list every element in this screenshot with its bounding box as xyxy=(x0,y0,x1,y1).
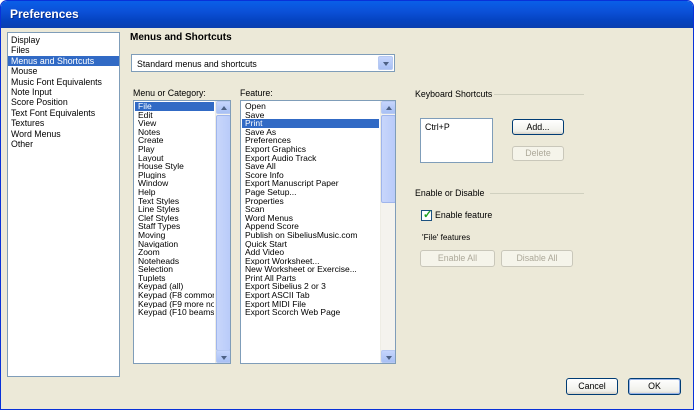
chevron-down-icon[interactable] xyxy=(378,56,393,70)
menu-category-item[interactable]: View xyxy=(135,119,214,128)
category-item[interactable]: Note Input xyxy=(8,87,119,97)
feature-item[interactable]: Print All Parts xyxy=(242,274,379,283)
category-item[interactable]: Textures xyxy=(8,118,119,128)
preset-dropdown[interactable]: Standard menus and shortcuts xyxy=(131,54,395,72)
cancel-button[interactable]: Cancel xyxy=(566,378,618,395)
category-item[interactable]: Music Font Equivalents xyxy=(8,77,119,87)
feature-item[interactable]: Export ASCII Tab xyxy=(242,291,379,300)
menu-category-item[interactable]: Tuplets xyxy=(135,274,214,283)
menu-category-item[interactable]: Keypad (all) xyxy=(135,282,214,291)
preset-dropdown-value: Standard menus and shortcuts xyxy=(137,59,257,69)
menu-category-item[interactable]: Create xyxy=(135,136,214,145)
feature-item[interactable]: Export MIDI File xyxy=(242,300,379,309)
feature-item[interactable]: Page Setup... xyxy=(242,188,379,197)
category-item[interactable]: Menus and Shortcuts xyxy=(8,55,119,67)
category-list[interactable]: Display Files Menus and Shortcuts Mouse Musi… xyxy=(7,32,120,377)
menu-category-item[interactable]: Notes xyxy=(135,128,214,137)
menu-category-item[interactable]: Navigation xyxy=(135,240,214,249)
feature-item[interactable]: Properties xyxy=(242,197,379,206)
menu-category-item[interactable]: Moving xyxy=(135,231,214,240)
preferences-window: Preferences Display Files Menus and Shortc… xyxy=(0,0,694,410)
feature-item[interactable]: Preferences xyxy=(242,136,379,145)
add-shortcut-button[interactable]: Add... xyxy=(512,119,564,135)
scroll-up-icon[interactable] xyxy=(381,101,395,114)
shortcut-list[interactable]: Ctrl+P xyxy=(420,118,493,163)
menu-category-item[interactable]: Keypad (F9 more not xyxy=(135,300,214,309)
menu-category-item[interactable]: Keypad (F8 common xyxy=(135,291,214,300)
shortcut-item[interactable]: Ctrl+P xyxy=(425,122,450,132)
checkmark-icon: ✓ xyxy=(423,209,433,221)
feature-item[interactable]: Append Score xyxy=(242,222,379,231)
enable-group-label: Enable or Disable xyxy=(415,188,485,198)
menu-category-item[interactable]: Line Styles xyxy=(135,205,214,214)
feature-item[interactable]: New Worksheet or Exercise... xyxy=(242,265,379,274)
enable-feature-label[interactable]: Enable feature xyxy=(435,210,492,220)
keyboard-shortcuts-group-label: Keyboard Shortcuts xyxy=(415,89,493,99)
menu-category-item[interactable]: File xyxy=(135,102,214,111)
menu-category-item[interactable]: Edit xyxy=(135,111,214,120)
feature-item[interactable]: Export Worksheet... xyxy=(242,257,379,266)
disable-all-button[interactable]: Disable All xyxy=(501,250,573,267)
feature-item[interactable]: Word Menus xyxy=(242,214,379,223)
scroll-thumb[interactable] xyxy=(381,115,395,203)
menu-category-list[interactable]: File Edit View Notes Create Play Layout House S… xyxy=(133,100,231,364)
menu-category-item[interactable]: Staff Types xyxy=(135,222,214,231)
category-item[interactable]: Text Font Equivalents xyxy=(8,108,119,118)
feature-item[interactable]: Export Sibelius 2 or 3 xyxy=(242,282,379,291)
enable-feature-checkbox[interactable]: ✓ xyxy=(421,209,433,221)
category-item[interactable]: Other xyxy=(8,139,119,149)
menu-list-scrollbar[interactable] xyxy=(215,101,230,363)
category-item[interactable]: Files xyxy=(8,45,119,55)
scroll-thumb[interactable] xyxy=(216,115,230,351)
category-item[interactable]: Display xyxy=(8,35,119,45)
menu-category-item[interactable]: Keypad (F10 beams xyxy=(135,308,214,317)
feature-item[interactable]: Export Scorch Web Page xyxy=(242,308,379,317)
menu-category-item[interactable]: Clef Styles xyxy=(135,214,214,223)
menu-category-item[interactable]: Noteheads xyxy=(135,257,214,266)
category-item[interactable]: Word Menus xyxy=(8,129,119,139)
feature-item[interactable]: Publish on SibeliusMusic.com xyxy=(242,231,379,240)
menu-category-item[interactable]: Plugins xyxy=(135,171,214,180)
category-item[interactable]: Score Position xyxy=(8,97,119,107)
menu-category-item[interactable]: House Style xyxy=(135,162,214,171)
menu-category-item[interactable]: Help xyxy=(135,188,214,197)
group-divider xyxy=(494,94,584,95)
feature-item[interactable]: Score Info xyxy=(242,171,379,180)
enable-all-button[interactable]: Enable All xyxy=(420,250,495,267)
window-title: Preferences xyxy=(10,7,79,21)
feature-item[interactable]: Save xyxy=(242,111,379,120)
feature-list-scrollbar[interactable] xyxy=(380,101,395,363)
feature-item[interactable]: Scan xyxy=(242,205,379,214)
feature-item[interactable]: Export Audio Track xyxy=(242,154,379,163)
feature-list[interactable]: Open Save Print Save As Preferences Export Gr… xyxy=(240,100,396,364)
section-title: Menus and Shortcuts xyxy=(130,32,232,43)
feature-item[interactable]: Save As xyxy=(242,128,379,137)
feature-item[interactable]: Export Graphics xyxy=(242,145,379,154)
feature-item[interactable]: Print xyxy=(242,119,379,128)
menu-category-item[interactable]: Selection xyxy=(135,265,214,274)
menu-category-item[interactable]: Text Styles xyxy=(135,197,214,206)
feature-item[interactable]: Open xyxy=(242,102,379,111)
menu-category-item[interactable]: Layout xyxy=(135,154,214,163)
menu-category-item[interactable]: Window xyxy=(135,179,214,188)
ok-button[interactable]: OK xyxy=(628,378,681,395)
scroll-down-icon[interactable] xyxy=(381,350,395,363)
menu-category-item[interactable]: Zoom xyxy=(135,248,214,257)
category-item[interactable]: Mouse xyxy=(8,66,119,76)
scroll-up-icon[interactable] xyxy=(216,101,230,114)
feature-item[interactable]: Save All xyxy=(242,162,379,171)
feature-item[interactable]: Export Manuscript Paper xyxy=(242,179,379,188)
feature-list-label: Feature: xyxy=(240,88,273,98)
scroll-down-icon[interactable] xyxy=(216,350,230,363)
title-bar[interactable]: Preferences xyxy=(1,1,693,28)
feature-item[interactable]: Quick Start xyxy=(242,240,379,249)
group-divider xyxy=(490,193,584,194)
menu-list-label: Menu or Category: xyxy=(133,88,206,98)
delete-shortcut-button[interactable]: Delete xyxy=(512,146,564,161)
feature-scope-label: 'File' features xyxy=(422,233,471,242)
feature-item[interactable]: Add Video xyxy=(242,248,379,257)
menu-category-item[interactable]: Play xyxy=(135,145,214,154)
